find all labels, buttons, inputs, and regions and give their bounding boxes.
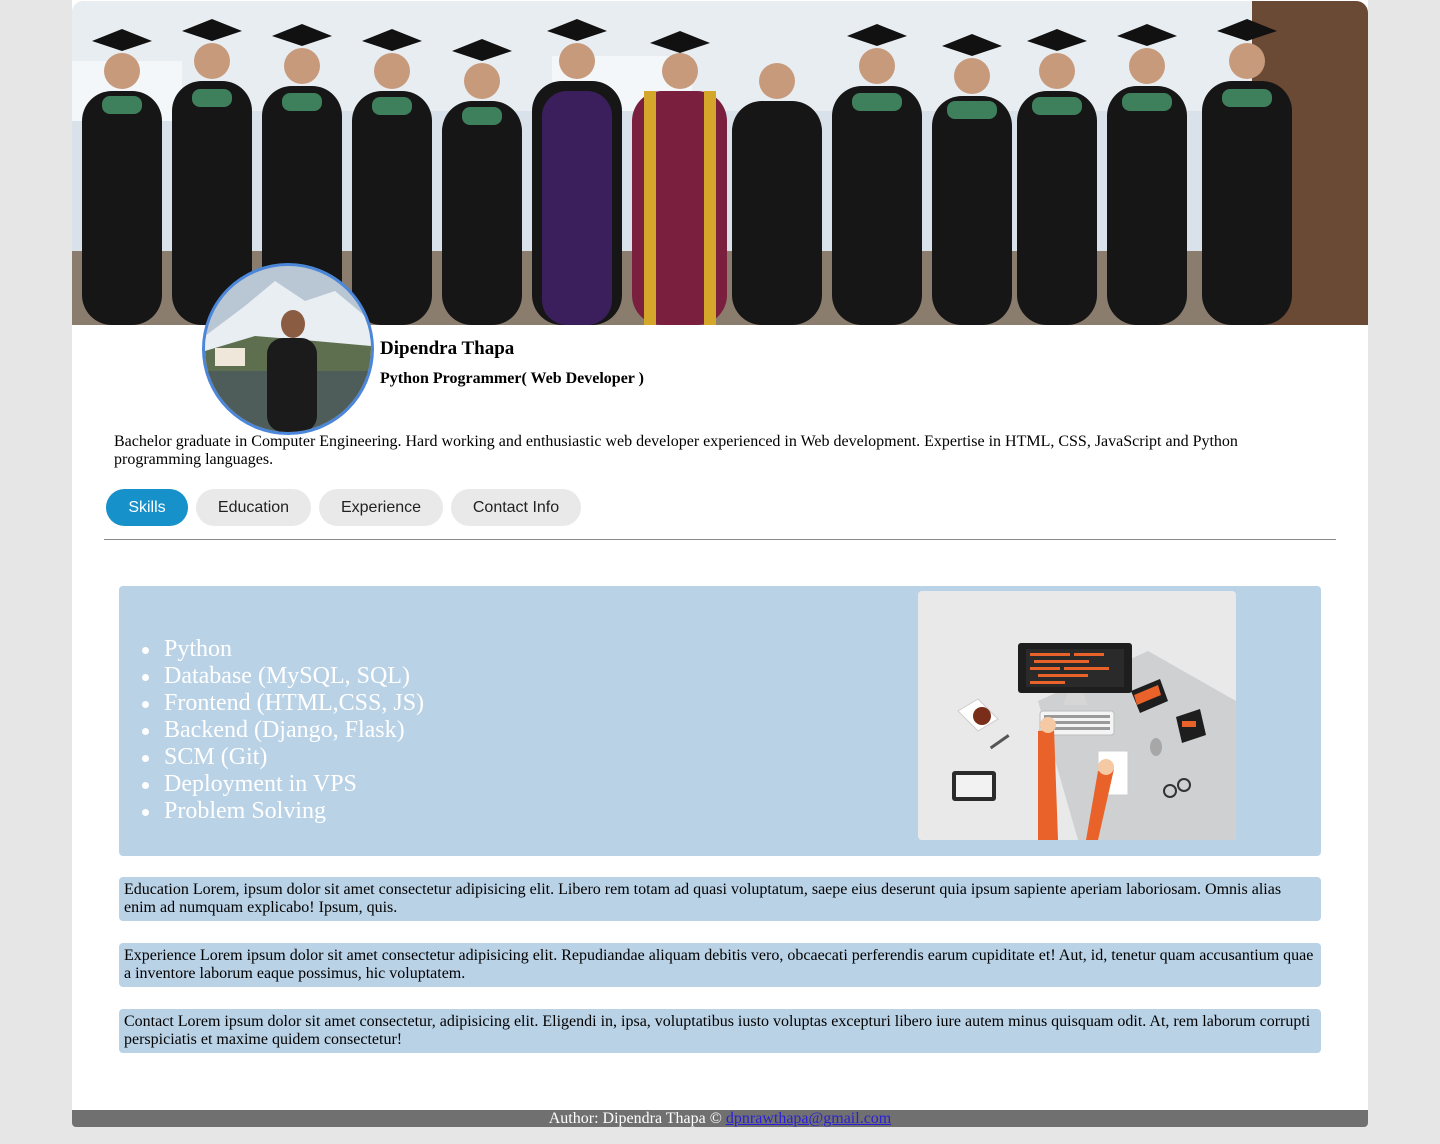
- profile-bio: Bachelor graduate in Computer Engineerin…: [114, 433, 1238, 468]
- tab-skills[interactable]: Skills: [106, 489, 188, 526]
- list-item: Deployment in VPS: [142, 771, 424, 798]
- experience-section: Experience Lorem ipsum dolor sit amet co…: [119, 943, 1321, 987]
- list-item: Frontend (HTML,CSS, JS): [142, 690, 424, 717]
- contact-section: Contact Lorem ipsum dolor sit amet conse…: [119, 1009, 1321, 1053]
- list-item: Python: [142, 636, 424, 663]
- profile-name: Dipendra Thapa: [380, 338, 515, 359]
- profile-photo: [205, 266, 371, 432]
- footer-author: Author: Dipendra Thapa ©: [548, 1110, 722, 1127]
- tab-contact-info[interactable]: Contact Info: [451, 489, 581, 526]
- avatar: [202, 263, 374, 435]
- workspace-illustration: [918, 591, 1236, 840]
- footer: Author: Dipendra Thapa © dpnrawthapa@gma…: [72, 1110, 1368, 1127]
- list-item: Problem Solving: [142, 798, 424, 825]
- profile-role: Python Programmer( Web Developer ): [380, 370, 644, 387]
- skills-list: Python Database (MySQL, SQL) Frontend (H…: [142, 636, 424, 825]
- tab-experience[interactable]: Experience: [319, 489, 443, 526]
- list-item: Backend (Django, Flask): [142, 717, 424, 744]
- list-item: Database (MySQL, SQL): [142, 663, 424, 690]
- footer-email-link[interactable]: dpnrawthapa@gmail.com: [726, 1110, 891, 1127]
- tab-education[interactable]: Education: [196, 489, 311, 526]
- list-item: SCM (Git): [142, 744, 424, 771]
- profile-page: Dipendra Thapa Python Programmer( Web De…: [72, 0, 1368, 1110]
- skills-panel: Python Database (MySQL, SQL) Frontend (H…: [119, 586, 1321, 856]
- divider: [104, 539, 1336, 540]
- education-section: Education Lorem, ipsum dolor sit amet co…: [119, 877, 1321, 921]
